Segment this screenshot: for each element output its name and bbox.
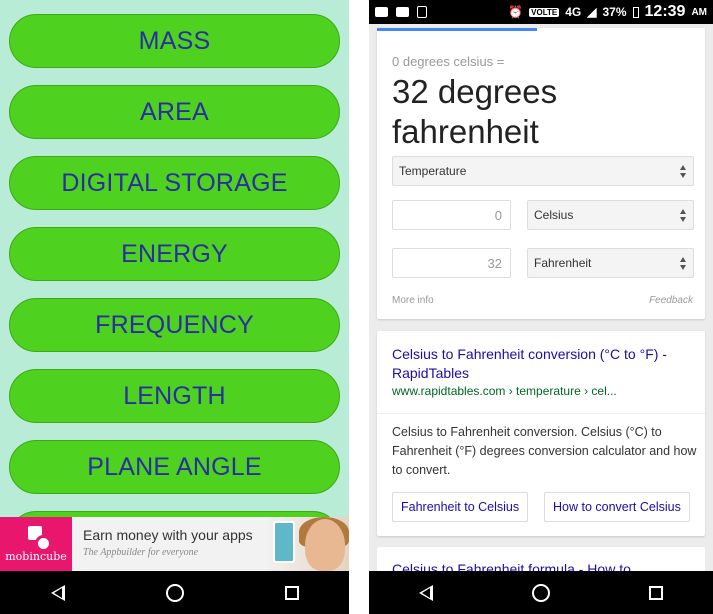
from-unit-value: Celsius	[534, 208, 574, 222]
length-button[interactable]: LENGTH	[9, 369, 340, 423]
converter-card: 0 degrees celsius = 32 degrees fahrenhei…	[377, 28, 705, 319]
alarm-icon: ⏰	[508, 5, 524, 19]
mass-button[interactable]: MASS	[9, 14, 340, 68]
digital-storage-button[interactable]: DIGITAL STORAGE	[9, 156, 340, 210]
select-arrows-icon	[680, 257, 687, 270]
battery-percent: 37%	[602, 5, 627, 19]
message-icon	[375, 7, 388, 17]
clock-time: 12:39	[644, 3, 686, 20]
back-icon[interactable]	[418, 584, 433, 601]
home-icon[interactable]	[165, 583, 184, 602]
area-button[interactable]: AREA	[9, 85, 340, 139]
ad-image	[265, 517, 349, 571]
youtube-icon	[396, 7, 409, 17]
select-arrows-icon	[680, 209, 687, 222]
nav-bar	[0, 571, 349, 614]
screenshot-pair: MASS AREA DIGITAL STORAGE ENERGY FREQUEN…	[0, 0, 713, 614]
battery-icon	[632, 6, 639, 18]
to-unit-select[interactable]: Fahrenheit	[527, 248, 694, 278]
result-url: www.rapidtables.com › temperature › cel.…	[392, 384, 617, 398]
divider	[377, 413, 705, 414]
to-unit-value: Fahrenheit	[534, 256, 592, 270]
result-snippet: Celsius to Fahrenheit conversion. Celsiu…	[392, 425, 697, 477]
recents-icon[interactable]	[649, 585, 664, 600]
network-indicator: 4G	[565, 5, 582, 19]
status-indicators: ⏰ VOLTE 4G ◢ 37% 12:39 AM	[508, 3, 707, 21]
ad-text: Earn money with your apps The Appbuilder…	[72, 517, 265, 571]
select-arrows-icon	[680, 165, 687, 178]
fahrenheit-to-celsius-chip[interactable]: Fahrenheit to Celsius	[392, 492, 529, 522]
active-tab-indicator	[377, 28, 537, 31]
image-icon	[417, 6, 427, 18]
notification-icons	[375, 6, 427, 18]
recents-icon[interactable]	[284, 585, 299, 600]
phone-illustration	[273, 521, 295, 563]
category-select[interactable]: Temperature	[392, 156, 694, 186]
category-value: Temperature	[399, 164, 467, 178]
how-to-convert-celsius-chip[interactable]: How to convert Celsius	[544, 492, 690, 522]
from-value-input[interactable]: 0	[392, 200, 511, 230]
conversion-equation: 0 degrees celsius =	[392, 54, 505, 69]
unit-converter-app: MASS AREA DIGITAL STORAGE ENERGY FREQUEN…	[0, 0, 349, 614]
frequency-button[interactable]: FREQUENCY	[9, 298, 340, 352]
ad-banner[interactable]: mobincube Earn money with your apps The …	[0, 517, 349, 571]
back-icon[interactable]	[50, 584, 65, 601]
energy-button[interactable]: ENERGY	[9, 227, 340, 281]
more-info-link[interactable]: More info	[392, 295, 434, 306]
ad-brand: mobincube	[5, 549, 67, 563]
conversion-result: 32 degrees fahrenheit	[392, 73, 558, 150]
result-title-link[interactable]: Celsius to Fahrenheit conversion (°C to …	[392, 345, 697, 383]
woman-face	[305, 519, 345, 571]
from-unit-select[interactable]: Celsius	[527, 200, 694, 230]
clock-ampm: AM	[691, 6, 707, 18]
signal-icon: ◢	[587, 5, 597, 19]
home-icon[interactable]	[531, 583, 550, 602]
google-search-screen: ⏰ VOLTE 4G ◢ 37% 12:39 AM 0 degrees cels…	[369, 0, 713, 614]
mobincube-logo: mobincube	[0, 517, 72, 571]
search-result-card: Celsius to Fahrenheit conversion (°C to …	[377, 331, 705, 536]
nav-bar	[369, 571, 713, 614]
mobincube-mark-icon	[26, 525, 52, 552]
volte-badge: VOLTE	[529, 7, 560, 17]
ad-title: Earn money with your apps	[83, 527, 253, 543]
plane-angle-button[interactable]: PLANE ANGLE	[9, 440, 340, 494]
status-bar: ⏰ VOLTE 4G ◢ 37% 12:39 AM	[369, 0, 713, 24]
to-value-input[interactable]: 32	[392, 248, 511, 278]
ad-subtitle: The Appbuilder for everyone	[83, 547, 199, 558]
feedback-link[interactable]: Feedback	[649, 295, 693, 306]
